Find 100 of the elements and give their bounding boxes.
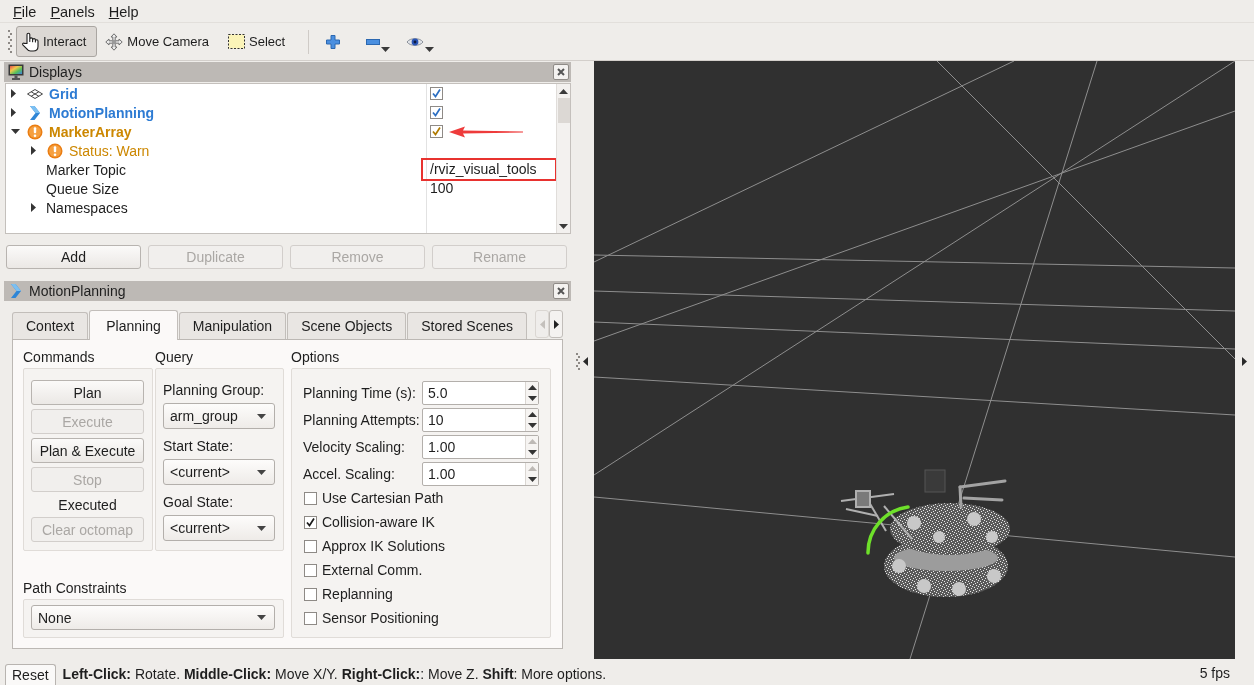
checkbox[interactable] (304, 491, 317, 505)
dropdown[interactable]: arm_group (163, 403, 275, 429)
field-label: Planning Group: (163, 382, 266, 398)
spinbox[interactable]: 1.00 (422, 462, 539, 486)
warning-icon (27, 123, 43, 140)
command-button[interactable]: Plan (31, 380, 144, 405)
menu-item[interactable]: File (6, 0, 44, 22)
checkbox-label[interactable]: Approx IK Solutions (322, 538, 445, 554)
grid-icon (27, 88, 43, 99)
caret-right-icon[interactable] (11, 89, 16, 98)
display-name[interactable]: Grid (49, 85, 78, 102)
property-value[interactable]: /rviz_visual_tools (421, 158, 557, 181)
caret-right-icon[interactable] (11, 108, 16, 117)
spinbox[interactable]: 5.0 (422, 381, 539, 405)
tab[interactable]: Stored Scenes (407, 312, 528, 339)
navigation-hint: Left-Click: Rotate. Middle-Click: Move X/Y. Right-Click:: Move Z. Shift: More options. (62, 665, 607, 684)
fps-counter: 5 fps (1199, 664, 1230, 683)
tab[interactable]: Scene Objects (287, 312, 407, 339)
scroll-thumb[interactable] (557, 98, 570, 123)
spinbox[interactable]: 10 (422, 408, 539, 432)
caret-down-icon[interactable] (527, 396, 537, 401)
checkbox[interactable] (304, 539, 317, 553)
group-title: Options (291, 348, 341, 366)
caret-right-icon[interactable] (31, 203, 36, 212)
dropdown[interactable]: <current> (163, 459, 275, 485)
property-name[interactable]: Namespaces (46, 199, 128, 216)
field-label: Velocity Scaling: (303, 439, 405, 455)
caret-down-icon (257, 413, 266, 419)
command-button[interactable]: Plan & Execute (31, 438, 144, 463)
caret-down-icon (257, 615, 266, 620)
caret-left-icon (539, 319, 545, 329)
reset-button[interactable]: Reset (5, 664, 56, 685)
checkbox[interactable] (304, 515, 317, 529)
checkbox[interactable] (304, 611, 317, 625)
caret-down-icon[interactable] (381, 46, 391, 52)
grip-icon[interactable] (8, 30, 12, 53)
caret-right-icon (553, 319, 559, 329)
caret-right-icon[interactable] (1242, 357, 1247, 366)
field-label: Start State: (163, 438, 235, 454)
monitor-icon (8, 64, 24, 80)
dropdown[interactable]: <current> (163, 515, 275, 541)
close-button[interactable] (553, 64, 569, 80)
checkbox[interactable] (430, 106, 443, 119)
field-label: Goal State: (163, 494, 235, 510)
scrollbar[interactable] (556, 84, 570, 233)
caret-down-icon[interactable] (559, 224, 568, 229)
spinbox[interactable]: 1.00 (422, 435, 539, 459)
plus-icon (326, 34, 341, 49)
menu-item[interactable]: Panels (43, 0, 102, 22)
checkbox-label[interactable]: Sensor Positioning (322, 610, 439, 626)
field-label: Accel. Scaling: (303, 466, 395, 482)
caret-down-icon (257, 469, 266, 475)
caret-down-icon[interactable] (425, 46, 435, 52)
warning-icon (47, 142, 63, 159)
chevron-icon (29, 104, 41, 121)
caret-right-icon[interactable] (31, 146, 36, 155)
group-title: Query (155, 348, 195, 366)
close-button[interactable] (553, 283, 569, 299)
close-icon (557, 287, 565, 295)
checkbox-label[interactable]: Collision-aware IK (322, 514, 435, 530)
panel-title: MotionPlanning (29, 283, 127, 299)
execution-status: Executed (57, 497, 118, 513)
caret-down-icon[interactable] (11, 129, 20, 134)
checkbox[interactable] (304, 563, 317, 577)
checkbox[interactable] (304, 587, 317, 601)
minus-icon (366, 38, 381, 45)
grip-icon[interactable] (576, 353, 580, 370)
property-name[interactable]: Marker Topic (46, 161, 126, 178)
property-name[interactable]: Queue Size (46, 180, 120, 197)
menu-item[interactable]: Help (101, 0, 146, 22)
checkbox-label[interactable]: Replanning (322, 586, 393, 602)
interact-tool-button[interactable]: Interact (16, 26, 98, 57)
property-value[interactable]: 100 (430, 180, 454, 197)
hand-icon (21, 31, 39, 52)
panel-title: Displays (29, 64, 83, 80)
tab[interactable]: Manipulation (178, 312, 287, 339)
checkbox[interactable] (430, 125, 443, 138)
tab-scroll-button[interactable] (549, 310, 563, 338)
selection-rectangle-icon (228, 34, 245, 49)
dropdown[interactable]: None (31, 605, 275, 630)
caret-down-icon (257, 525, 266, 531)
checkbox[interactable] (430, 87, 443, 100)
chevron-icon (10, 283, 22, 299)
caret-down-icon[interactable] (527, 423, 537, 428)
add-display-button[interactable]: Add (6, 245, 141, 269)
caret-up-icon[interactable] (527, 385, 537, 390)
move-camera-tool-button[interactable]: Move Camera (100, 26, 220, 57)
eye-icon (406, 35, 425, 48)
checkbox-label[interactable]: Use Cartesian Path (322, 490, 444, 506)
3d-viewport[interactable] (594, 61, 1235, 659)
select-tool-button[interactable]: Select (223, 26, 297, 57)
tab[interactable]: Context (12, 312, 89, 339)
caret-up-icon[interactable] (559, 89, 568, 94)
caret-down-icon[interactable] (527, 477, 537, 482)
caret-left-icon[interactable] (583, 357, 588, 366)
caret-down-icon[interactable] (527, 450, 537, 455)
caret-up-icon[interactable] (527, 412, 537, 417)
checkbox-label[interactable]: External Comm. (322, 562, 423, 578)
display-name[interactable]: MotionPlanning (49, 104, 154, 121)
tab[interactable]: Planning (89, 310, 178, 340)
